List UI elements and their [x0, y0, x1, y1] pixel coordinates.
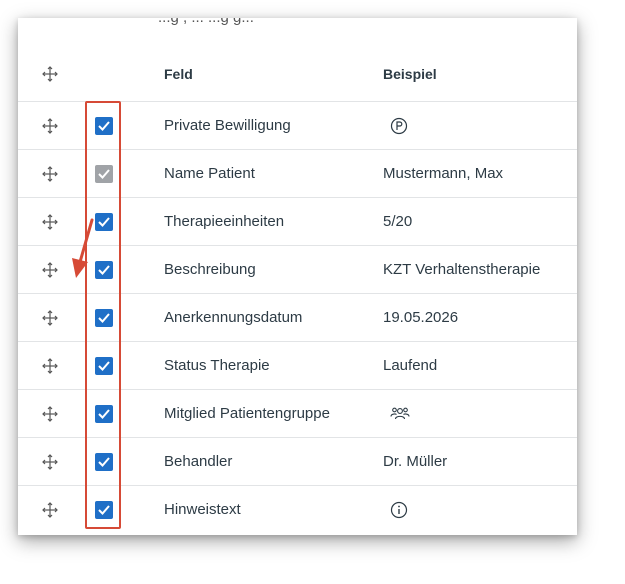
field-name: Mitglied Patientengruppe	[164, 405, 330, 422]
info-icon	[390, 501, 408, 519]
field-example: Laufend	[383, 357, 438, 374]
field-configuration-panel: ...g , ... ...g g... Feld Beispiel Priva…	[18, 18, 577, 535]
move-icon[interactable]	[41, 453, 59, 471]
table-row: Beschreibung KZT Verhaltenstherapie	[18, 245, 577, 294]
field-example: KZT Verhaltenstherapie	[383, 261, 541, 278]
table-row: Anerkennungsdatum 19.05.2026	[18, 293, 577, 342]
column-header-example: Beispiel	[383, 66, 437, 82]
move-icon[interactable]	[41, 501, 59, 519]
field-checkbox[interactable]	[95, 357, 113, 375]
table-row: Private Bewilligung	[18, 101, 577, 150]
table-row: Name Patient Mustermann, Max	[18, 149, 577, 198]
field-example: Dr. Müller	[383, 453, 448, 470]
move-icon[interactable]	[41, 309, 59, 327]
field-checkbox-disabled	[95, 165, 113, 183]
group-icon	[390, 407, 410, 420]
table-row: Hinweistext	[18, 485, 577, 534]
field-example: 5/20	[383, 213, 413, 230]
field-name: Behandler	[164, 453, 233, 470]
move-icon[interactable]	[41, 117, 59, 135]
table-header: Feld Beispiel	[18, 50, 577, 98]
field-checkbox[interactable]	[95, 309, 113, 327]
field-checkbox[interactable]	[95, 405, 113, 423]
move-icon[interactable]	[41, 261, 59, 279]
move-icon[interactable]	[41, 405, 59, 423]
move-icon[interactable]	[41, 357, 59, 375]
field-name: Anerkennungsdatum	[164, 309, 303, 326]
move-icon[interactable]	[41, 165, 59, 183]
private-p-icon	[390, 117, 408, 135]
table-row: Status Therapie Laufend	[18, 341, 577, 390]
move-icon[interactable]	[41, 213, 59, 231]
field-name: Name Patient	[164, 165, 255, 182]
table-row: Behandler Dr. Müller	[18, 437, 577, 486]
field-name: Beschreibung	[164, 261, 256, 278]
field-name: Hinweistext	[164, 501, 241, 518]
field-checkbox[interactable]	[95, 117, 113, 135]
field-name: Therapieeinheiten	[164, 213, 285, 230]
annotation-arrow-icon	[72, 218, 94, 278]
partial-top-text: ...g , ... ...g g...	[158, 18, 254, 26]
field-name: Private Bewilligung	[164, 117, 291, 134]
field-example: 19.05.2026	[383, 309, 459, 326]
field-example: Mustermann, Max	[383, 165, 504, 182]
move-icon	[42, 66, 58, 82]
field-checkbox[interactable]	[95, 453, 113, 471]
field-name: Status Therapie	[164, 357, 270, 374]
table-row: Mitglied Patientengruppe	[18, 389, 577, 438]
field-checkbox[interactable]	[95, 501, 113, 519]
column-header-field: Feld	[164, 66, 193, 82]
table-row: Therapieeinheiten 5/20	[18, 197, 577, 246]
